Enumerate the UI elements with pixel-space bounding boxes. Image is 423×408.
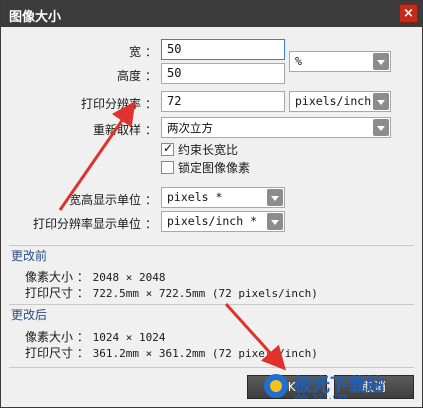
image-size-dialog: 图像大小 × 宽 ： 50 高度 ： 50 % 打印分辨率 ： 72 pixel… (0, 0, 423, 408)
checkbox-checked-icon (161, 141, 174, 156)
res-unit-select[interactable]: pixels/inch * (161, 211, 285, 232)
width-input[interactable]: 50 (161, 39, 285, 60)
after-pixel-value: 1024 × 1024 (92, 331, 166, 344)
size-unit-value: % (295, 54, 302, 68)
lock-pixels-label: 锁定图像像素 (178, 161, 251, 175)
after-section-title: 更改后 (11, 308, 48, 322)
res-unit-value: pixels/inch * (167, 214, 258, 228)
before-pixel-label: 像素大小 ： (25, 270, 89, 284)
before-print-label: 打印尺寸 ： (25, 286, 89, 300)
res-unit-label: 打印分辨率显示单位 (32, 217, 141, 231)
before-section-title: 更改前 (11, 249, 48, 263)
after-pixel-label: 像素大小 ： (25, 330, 89, 344)
height-label: 高度 (116, 69, 141, 83)
chevron-down-icon (373, 53, 389, 70)
constrain-proportions-label: 约束长宽比 (178, 143, 239, 157)
chevron-down-icon (373, 119, 389, 136)
after-print-value: 361.2mm × 361.2mm (72 pixels/inch) (92, 347, 318, 360)
close-button[interactable]: × (399, 4, 418, 23)
title-bar: 图像大小 × (1, 1, 422, 27)
height-input[interactable]: 50 (161, 63, 285, 84)
resolution-unit-select[interactable]: pixels/inch (289, 91, 391, 112)
checkbox-unchecked-icon (161, 161, 174, 174)
resolution-input[interactable]: 72 (161, 91, 285, 112)
resample-value: 两次立方 (167, 121, 213, 135)
after-print-size: 打印尺寸 ： 361.2mm × 361.2mm (72 pixels/inch… (25, 344, 318, 361)
size-unit-select[interactable]: % (289, 51, 391, 72)
res-unit-colon: ： (145, 217, 158, 231)
resolution-colon: ： (145, 97, 158, 111)
link-bracket (286, 49, 287, 79)
chevron-down-icon (267, 189, 283, 206)
aurora-logo-icon (264, 374, 288, 398)
wh-unit-label: 宽高显示单位 (68, 193, 141, 207)
before-pixel-value: 2048 × 2048 (92, 271, 166, 284)
wh-unit-select[interactable]: pixels * (161, 187, 285, 208)
before-print-size: 打印尺寸 ： 722.5mm × 722.5mm (72 pixels/inch… (25, 284, 318, 301)
before-pixel-size: 像素大小 ： 2048 × 2048 (25, 268, 166, 285)
watermark-url: www.xz7.com (294, 392, 347, 401)
width-colon: ： (145, 45, 158, 59)
section-divider (9, 367, 414, 368)
chevron-down-icon (267, 213, 283, 230)
wh-unit-colon: ： (145, 193, 158, 207)
watermark: 极光下载站 www.xz7.com (264, 371, 414, 401)
section-divider (9, 304, 414, 305)
resample-label: 重新取样 (92, 123, 141, 137)
height-colon: ： (145, 69, 158, 83)
dialog-title: 图像大小 (9, 10, 62, 25)
resample-select[interactable]: 两次立方 (161, 117, 391, 138)
before-print-value: 722.5mm × 722.5mm (72 pixels/inch) (92, 287, 318, 300)
chevron-down-icon (373, 93, 389, 110)
wh-unit-value: pixels * (167, 190, 223, 204)
after-pixel-size: 像素大小 ： 1024 × 1024 (25, 328, 166, 345)
constrain-proportions-checkbox[interactable]: 约束长宽比 (161, 141, 238, 158)
resolution-label: 打印分辨率 (80, 97, 141, 111)
width-label: 宽 (128, 45, 141, 59)
section-divider (9, 245, 414, 246)
resample-colon: ： (145, 123, 158, 137)
lock-pixels-checkbox[interactable]: 锁定图像像素 (161, 159, 250, 176)
resolution-unit-value: pixels/inch (295, 94, 372, 108)
after-print-label: 打印尺寸 ： (25, 346, 89, 360)
